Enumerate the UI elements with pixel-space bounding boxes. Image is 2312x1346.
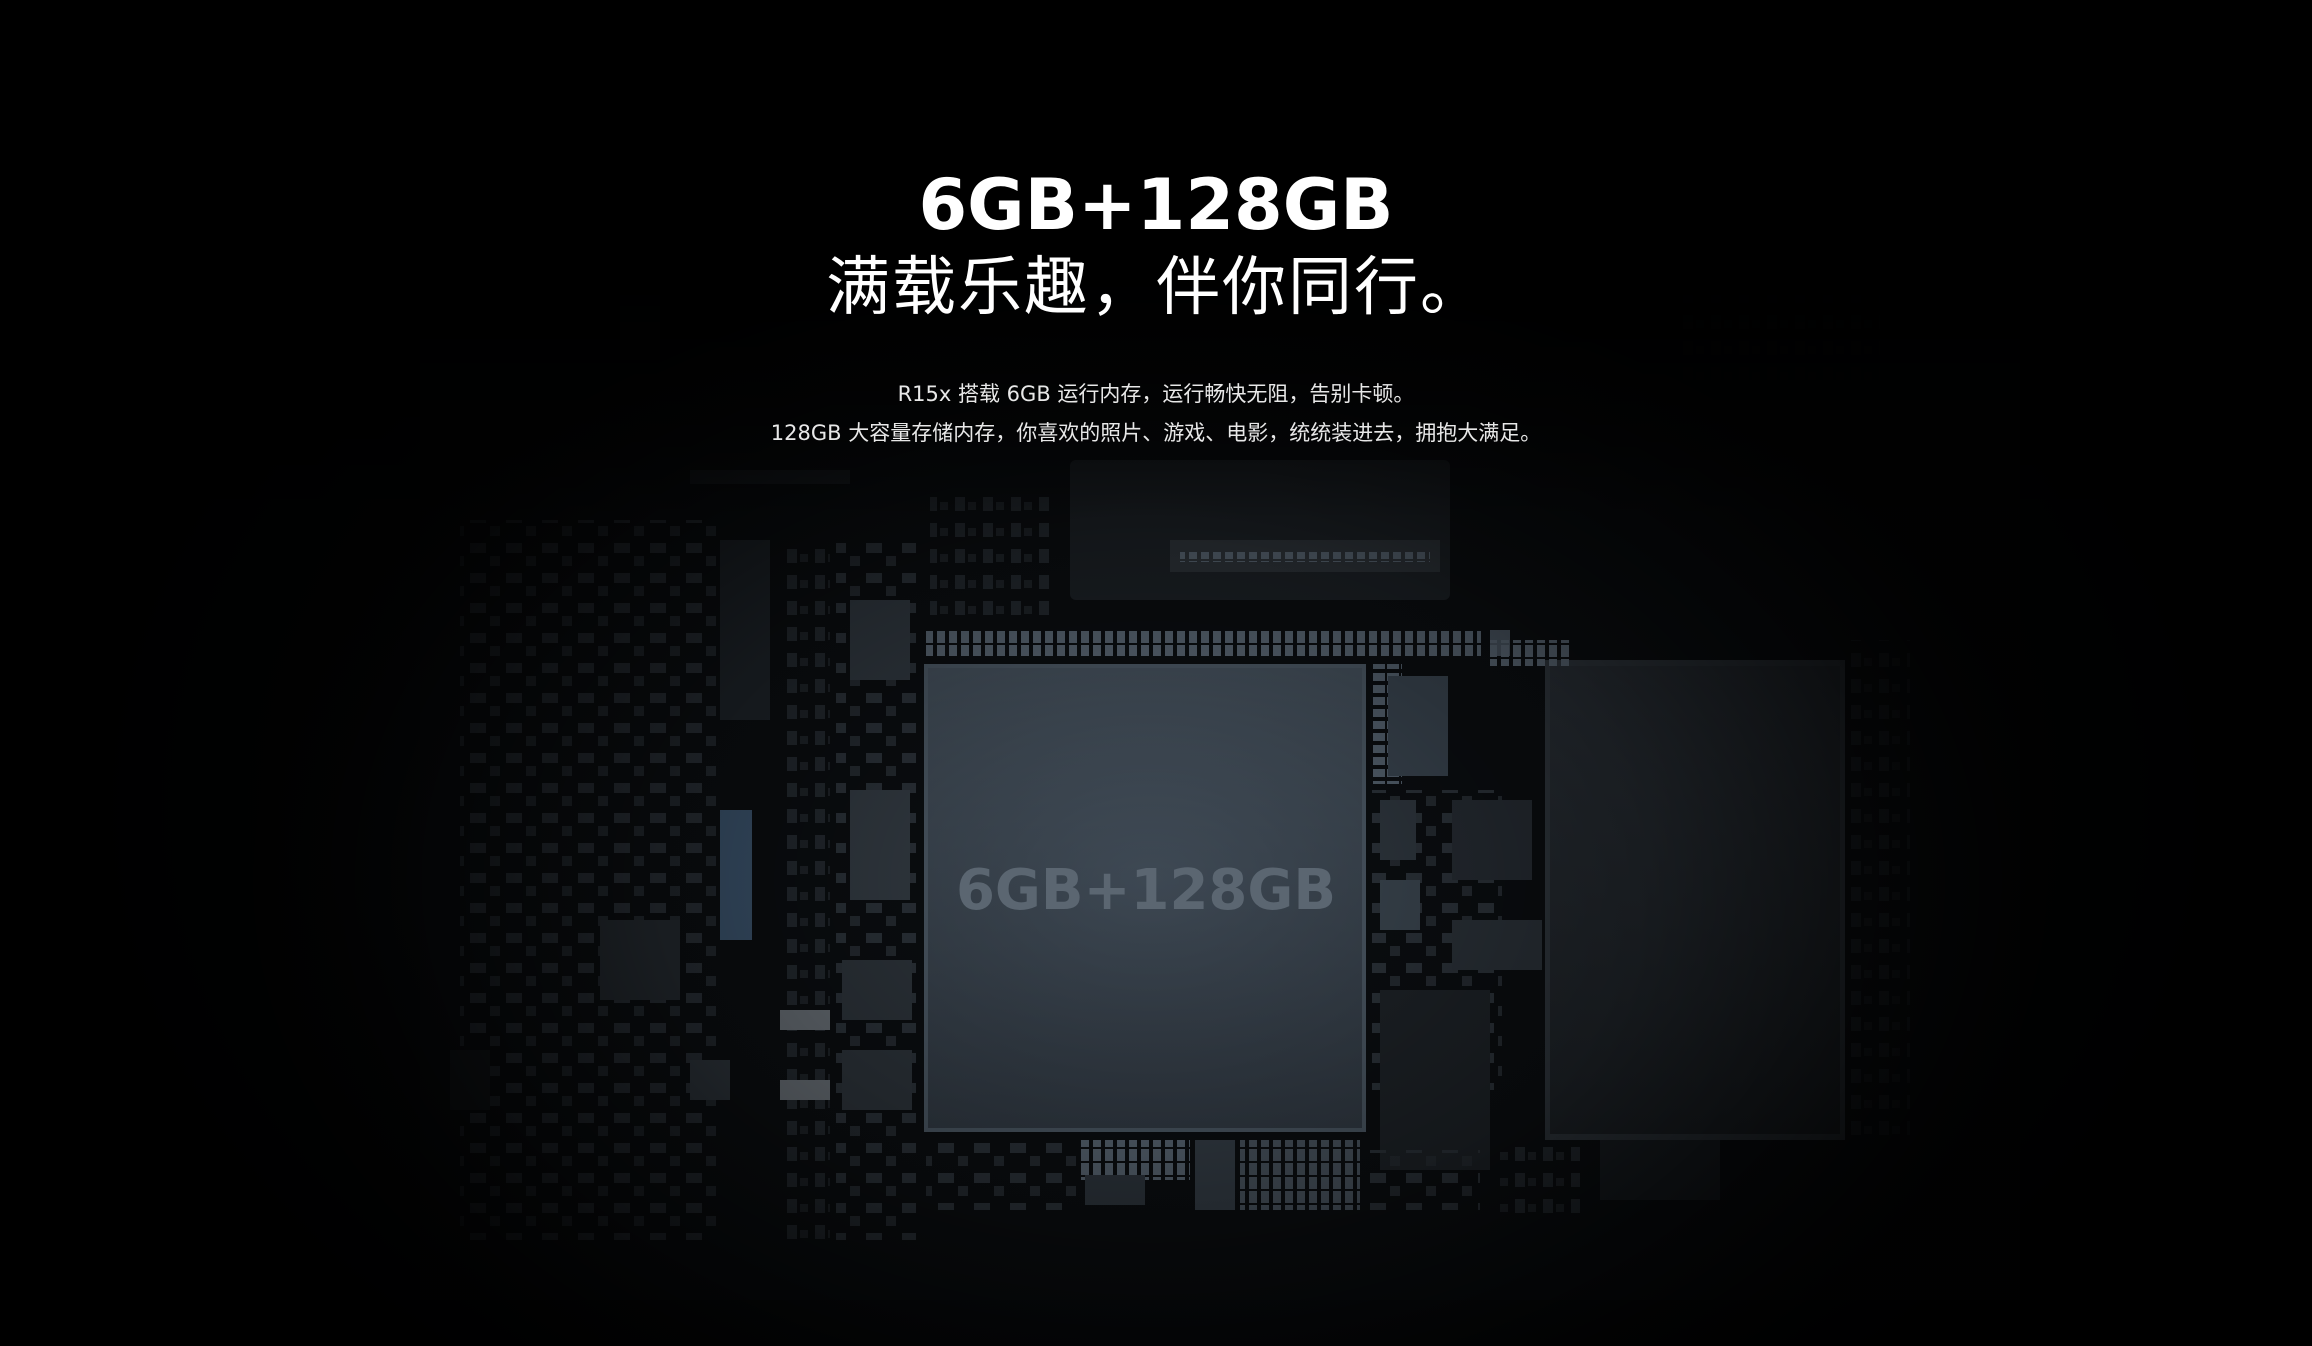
headline-memory-spec: 6GB+128GB: [918, 164, 1394, 246]
product-feature-banner: 6GB+128GB 6GB+128GB 满载乐趣，伴你同行。 R15x 搭载 6…: [0, 0, 2312, 1346]
description-line-1: R15x 搭载 6GB 运行内存，运行畅快无阻，告别卡顿。: [897, 382, 1415, 406]
chip-label: 6GB+128GB: [955, 858, 1337, 923]
description-line-2: 128GB 大容量存储内存，你喜欢的照片、游戏、电影，统统装进去，拥抱大满足。: [770, 421, 1542, 445]
headline-slogan: 满载乐趣，伴你同行。: [826, 251, 1486, 325]
